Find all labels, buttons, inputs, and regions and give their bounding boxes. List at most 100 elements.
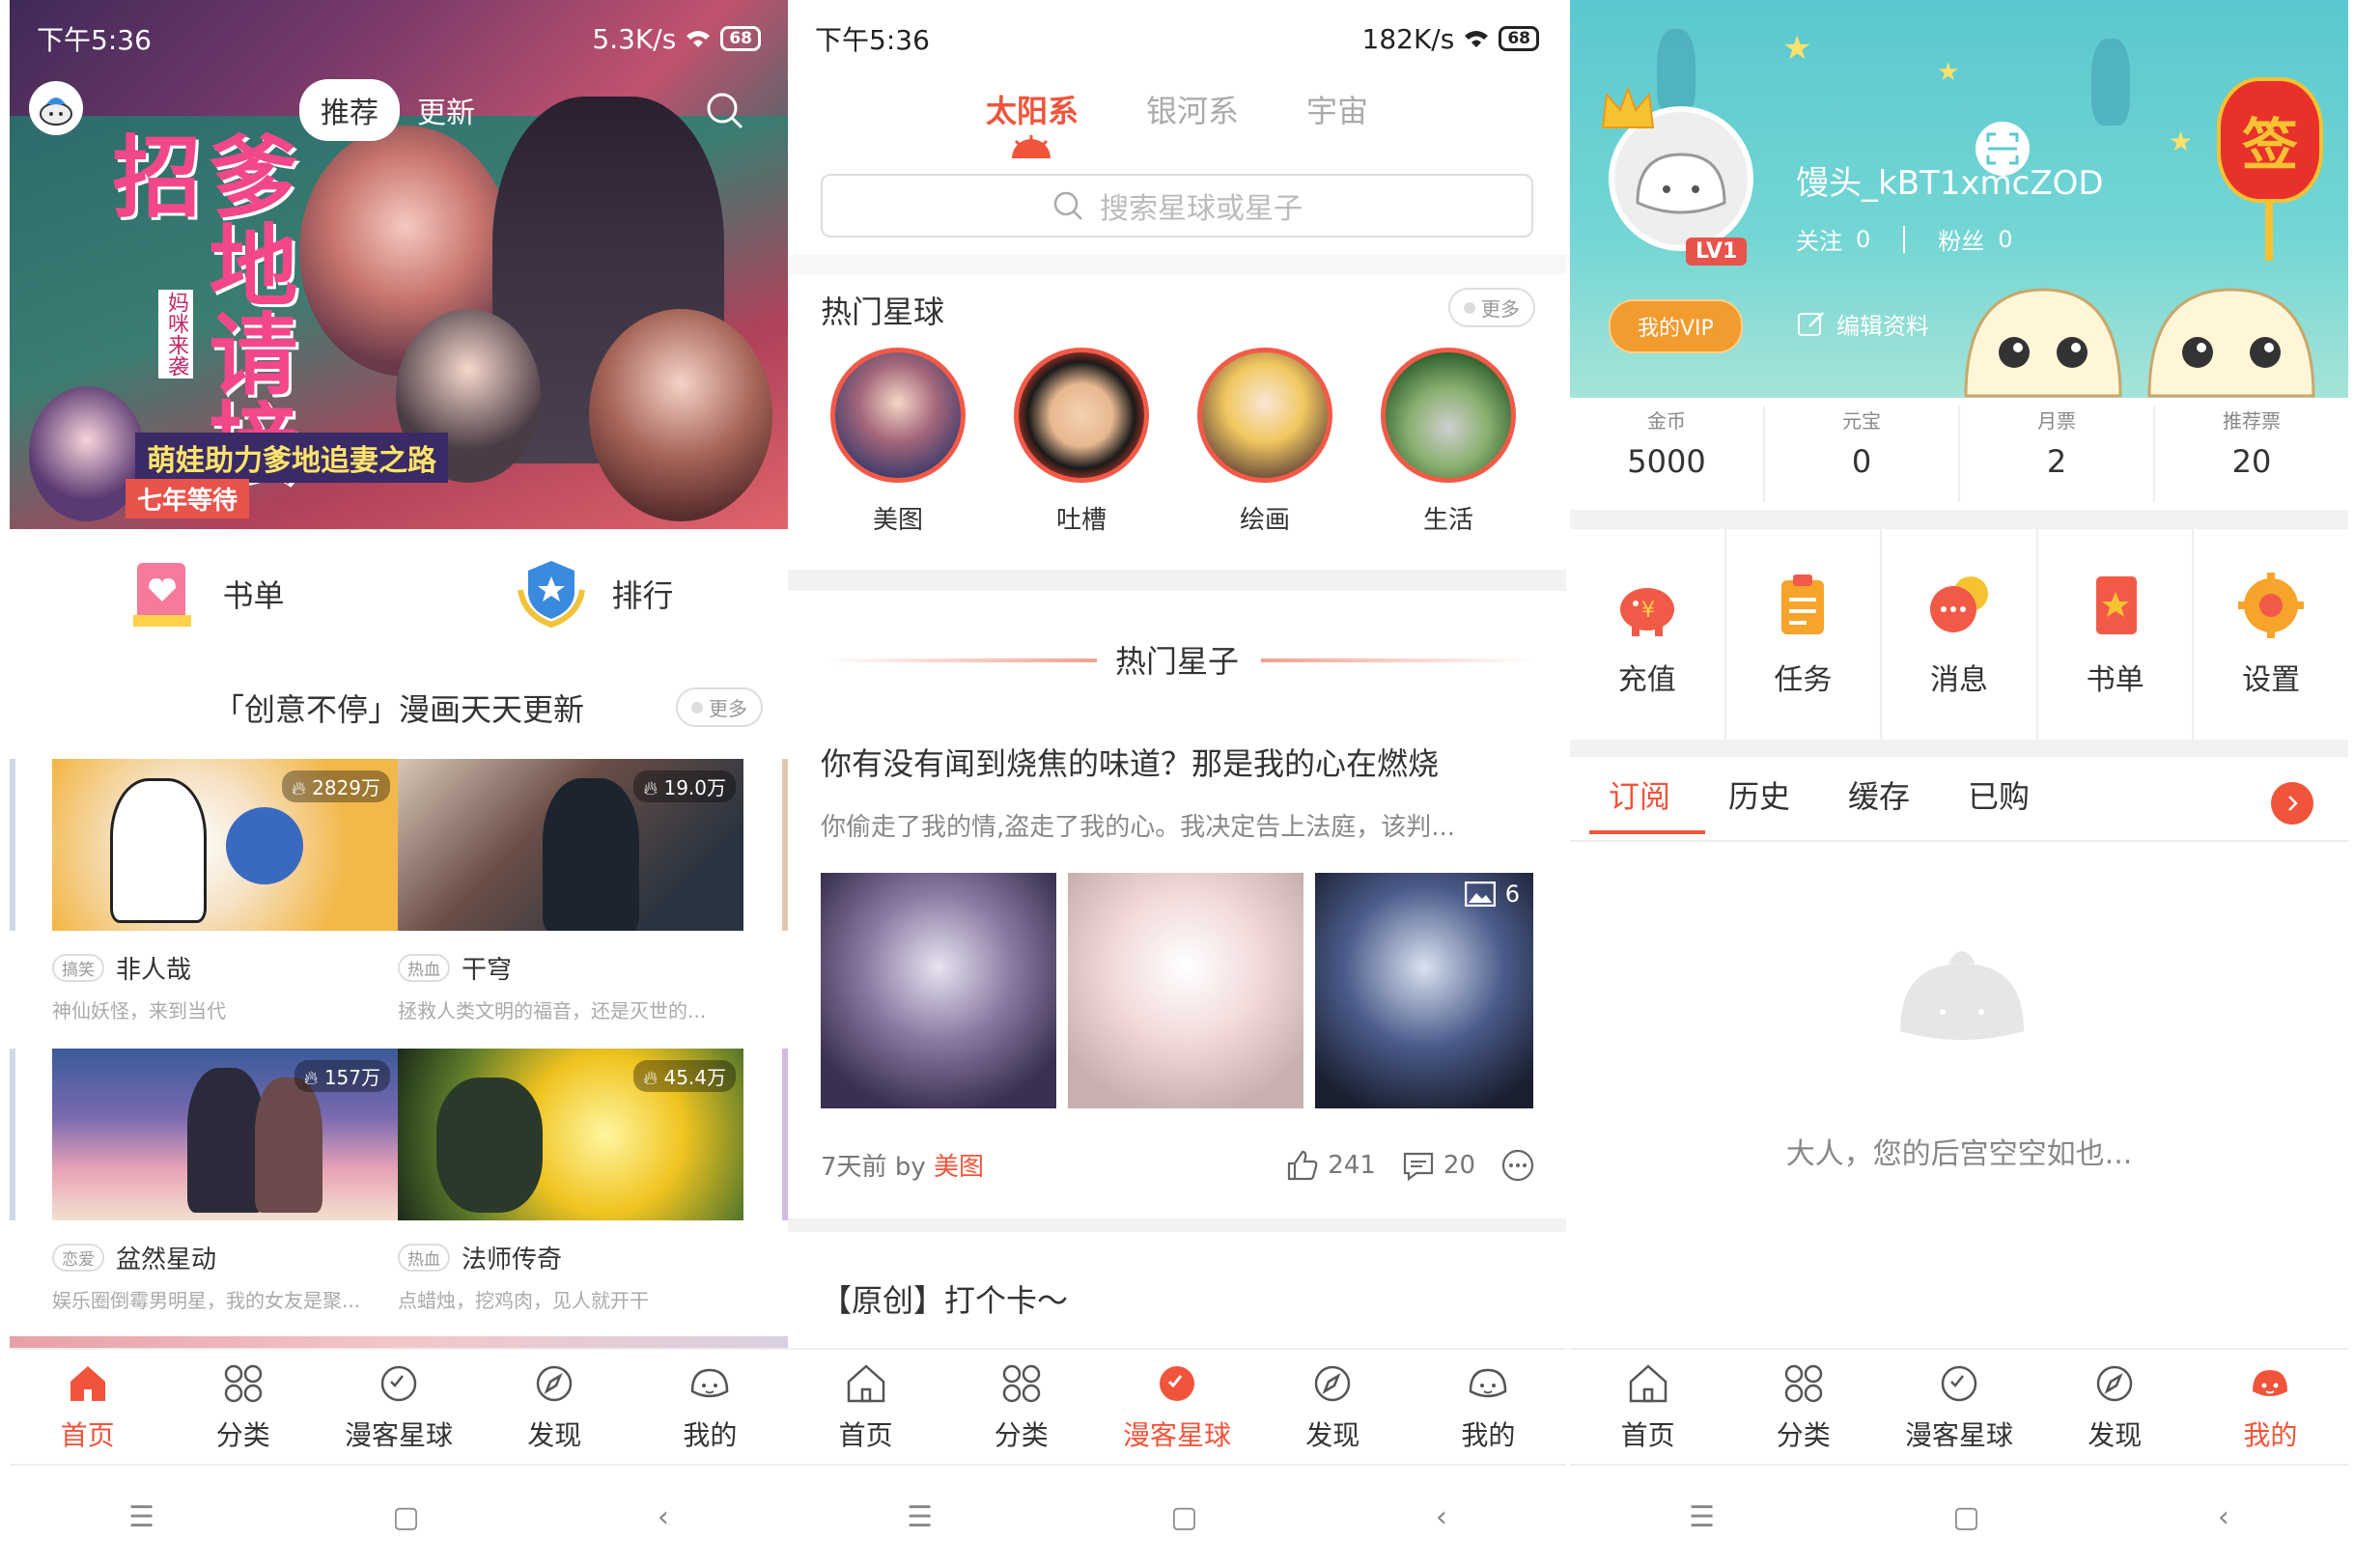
comic-title: 非人哉 xyxy=(116,956,192,985)
back-icon[interactable]: ‹ xyxy=(658,1500,669,1534)
sign-in-lantern[interactable]: 签 xyxy=(2217,77,2323,203)
post-image[interactable]: 6 xyxy=(1315,873,1533,1108)
stat-yuanbao[interactable]: 元宝 0 xyxy=(1765,406,1960,502)
action-recharge[interactable]: ¥ 充值 xyxy=(1570,529,1726,740)
comic-card[interactable]: 🔥︎ 45.4万 热血 法师传奇 点蜡烛，挖鸡肉，见人就开干 xyxy=(398,1049,743,1313)
more-options-icon[interactable] xyxy=(1500,1148,1535,1183)
tab-mine[interactable]: 我的 xyxy=(1411,1350,1566,1464)
tab-home[interactable]: 首页 xyxy=(788,1350,943,1464)
tab-home[interactable]: 首页 xyxy=(10,1350,165,1464)
more-button[interactable]: 更多 xyxy=(676,687,763,727)
divider xyxy=(1570,510,2348,527)
scan-button[interactable] xyxy=(1976,122,2030,176)
scan-icon xyxy=(1986,132,2019,165)
home-square-icon[interactable]: ▢ xyxy=(1170,1500,1197,1534)
post-author[interactable]: 美图 xyxy=(934,1153,984,1182)
action-messages[interactable]: 消息 xyxy=(1882,529,2038,740)
comic-card[interactable]: 🔥︎ 2829万 搞笑 非人哉 神仙妖怪，来到当代 xyxy=(52,759,398,1023)
expand-tabs-button[interactable] xyxy=(2271,782,2313,825)
action-settings[interactable]: 设置 xyxy=(2194,529,2348,740)
tab-update[interactable]: 更新 xyxy=(417,89,475,131)
tab-discover[interactable]: 发现 xyxy=(1255,1350,1411,1464)
tab-category[interactable]: 分类 xyxy=(943,1350,1099,1464)
post-desc: 你偷走了我的情,盗走了我的心。我决定告上法庭，该判... xyxy=(821,813,1456,842)
action-tasks[interactable]: 任务 xyxy=(1726,529,1883,740)
search-button[interactable] xyxy=(703,89,747,137)
tab-home[interactable]: 首页 xyxy=(1570,1350,1725,1464)
comic-card[interactable]: 🔥︎ 157万 恋爱 盆然星动 娱乐圈倒霉男明星，我的女友是聚... xyxy=(52,1049,398,1313)
dot-icon xyxy=(1464,301,1475,314)
empty-mantou-icon xyxy=(1900,951,2024,1040)
comic-desc: 点蜡烛，挖鸡肉，见人就开干 xyxy=(398,1289,649,1312)
fans-label[interactable]: 粉丝 xyxy=(1938,222,1984,256)
star-book-icon xyxy=(2095,576,2137,634)
vip-button[interactable]: 我的VIP xyxy=(1609,299,1743,353)
tab-solar[interactable]: 太阳系 xyxy=(986,87,1079,131)
planet-screen: 下午5:36 182K/s 68 太阳系 银河系 宇宙 搜索星球或星子 热门星球… xyxy=(788,0,1566,1568)
stat-recommend-ticket[interactable]: 推荐票 20 xyxy=(2155,406,2348,502)
menu-icon[interactable]: ☰ xyxy=(128,1500,154,1534)
library-tabs: 订阅 历史 缓存 已购 xyxy=(1589,772,2030,834)
tab-galaxy[interactable]: 银河系 xyxy=(1146,87,1239,131)
tab-planet[interactable]: 漫客星球 xyxy=(321,1350,476,1464)
planet-avatar xyxy=(1014,348,1149,483)
entry-book-list[interactable]: 书单 xyxy=(124,555,285,632)
menu-icon[interactable]: ☰ xyxy=(1689,1500,1715,1534)
comic-title: 法师传奇 xyxy=(462,1246,563,1274)
tab-category[interactable]: 分类 xyxy=(165,1350,321,1464)
action-grid: ¥ 充值 任务 消息 书单 设置 xyxy=(1570,527,2348,740)
planet-item[interactable]: 吐槽 xyxy=(1014,348,1149,536)
tab-category[interactable]: 分类 xyxy=(1725,1350,1881,1464)
planet-item[interactable]: 绘画 xyxy=(1197,348,1332,536)
back-icon[interactable]: ‹ xyxy=(1436,1500,1447,1534)
stat-coins[interactable]: 金币 5000 xyxy=(1570,406,1765,502)
planet-item[interactable]: 美图 xyxy=(830,348,966,536)
home-square-icon[interactable]: ▢ xyxy=(392,1500,419,1534)
profile-header: ★ ★ ★ LV1 馒头_kBT1xmcZOD 关注 0 粉丝 0 我的VIP 编辑… xyxy=(1570,0,2348,398)
comic-card[interactable]: 🔥︎ 19.0万 热血 干穹 拯救人类文明的福音，还是灭世的... xyxy=(398,759,743,1023)
comment-button[interactable]: 20 xyxy=(1401,1148,1475,1183)
category-grid-icon xyxy=(224,1364,263,1403)
planet-icon xyxy=(1160,1366,1194,1401)
lantern-deco xyxy=(1657,29,1695,116)
stat-monthly-ticket[interactable]: 月票 2 xyxy=(1960,406,2155,502)
app-logo-avatar[interactable] xyxy=(29,81,83,135)
tab-subscribe[interactable]: 订阅 xyxy=(1589,772,1705,834)
entry-ranking[interactable]: 排行 xyxy=(513,555,674,632)
back-icon[interactable]: ‹ xyxy=(2218,1500,2229,1534)
action-book-list[interactable]: 书单 xyxy=(2038,529,2195,740)
fire-icon: 🔥︎ xyxy=(643,1066,664,1089)
more-button[interactable]: 更多 xyxy=(1448,288,1535,327)
fans-count: 0 xyxy=(1998,225,2013,253)
compass-icon xyxy=(536,1365,573,1402)
tab-universe[interactable]: 宇宙 xyxy=(1306,87,1368,131)
next-post-title[interactable]: 【原创】打个卡～ xyxy=(821,1276,1068,1321)
follow-label[interactable]: 关注 xyxy=(1796,222,1842,256)
planet-avatar xyxy=(1381,348,1516,483)
wifi-icon xyxy=(1465,31,1489,47)
tab-recommend[interactable]: 推荐 xyxy=(299,79,400,141)
tab-history[interactable]: 历史 xyxy=(1728,772,1790,817)
tab-planet[interactable]: 漫客星球 xyxy=(1099,1350,1254,1464)
tab-mine[interactable]: 我的 xyxy=(632,1350,788,1464)
tab-discover[interactable]: 发现 xyxy=(2037,1350,2193,1464)
post-image[interactable] xyxy=(1068,873,1303,1108)
follow-count: 0 xyxy=(1856,225,1871,253)
menu-icon[interactable]: ☰ xyxy=(907,1500,933,1534)
planet-item[interactable]: 生活 xyxy=(1381,348,1516,536)
like-button[interactable]: 241 xyxy=(1285,1148,1376,1183)
search-input[interactable]: 搜索星球或星子 xyxy=(821,174,1533,238)
image-count: 6 xyxy=(1504,881,1520,908)
empty-state-text: 大人，您的后宫空空如也... xyxy=(1785,1137,2133,1171)
profile-screen: ★ ★ ★ LV1 馒头_kBT1xmcZOD 关注 0 粉丝 0 我的VIP 编辑… xyxy=(1570,0,2348,1568)
tab-purchased[interactable]: 已购 xyxy=(1968,772,2030,817)
home-square-icon[interactable]: ▢ xyxy=(1952,1500,1979,1534)
tab-discover[interactable]: 发现 xyxy=(477,1350,632,1464)
tab-mine[interactable]: 我的 xyxy=(2193,1350,2348,1464)
post-image[interactable] xyxy=(821,873,1056,1108)
tab-planet[interactable]: 漫客星球 xyxy=(1881,1350,2036,1464)
tab-cache[interactable]: 缓存 xyxy=(1848,772,1910,817)
battery-icon: 68 xyxy=(1499,26,1539,51)
edit-profile-button[interactable]: 编辑资料 xyxy=(1796,307,1929,341)
post-title[interactable]: 你有没有闻到烧焦的味道？那是我的心在燃烧 xyxy=(821,740,1439,784)
